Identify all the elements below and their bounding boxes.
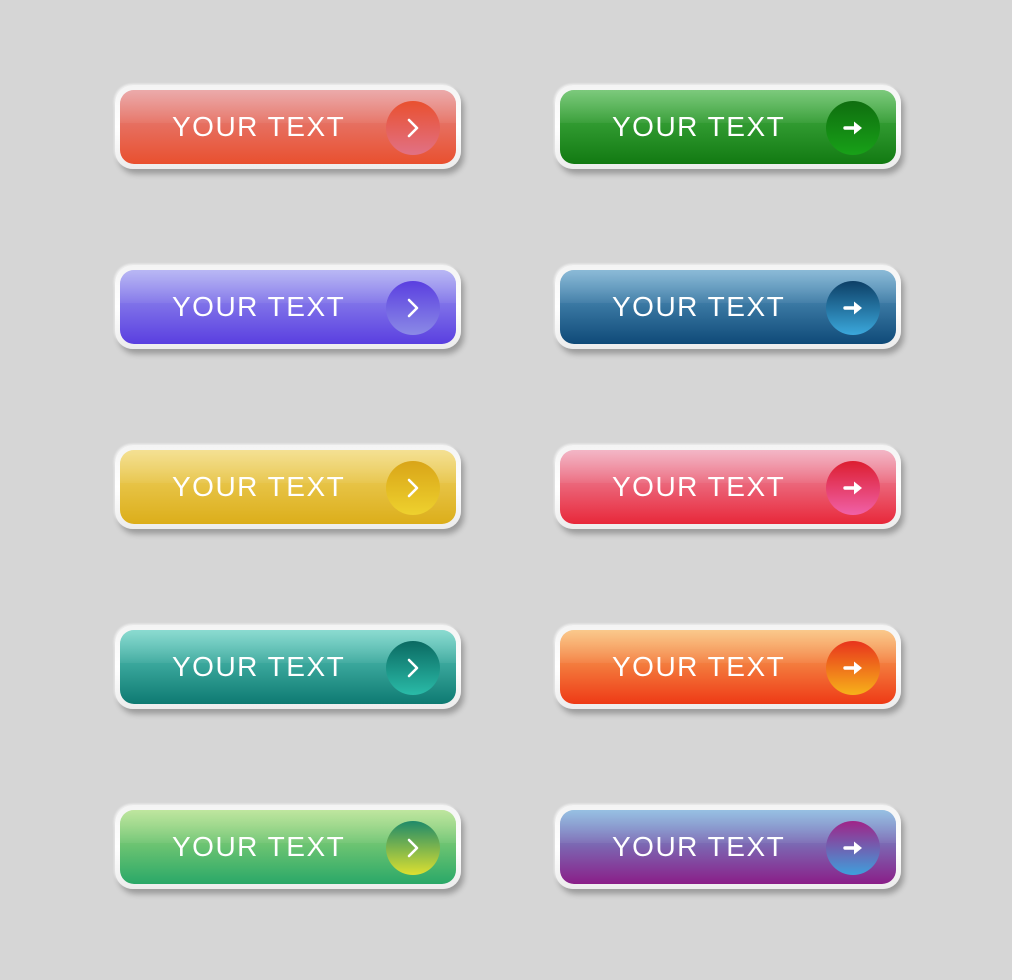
cta-button-green[interactable]: YOUR TEXT [555,85,901,169]
chevron-right-icon [386,101,440,155]
cta-button-blue[interactable]: YOUR TEXT [555,265,901,349]
cta-button-purple[interactable]: YOUR TEXT [555,805,901,889]
arrow-right-icon [826,461,880,515]
arrow-right-icon [826,101,880,155]
chevron-right-icon [386,281,440,335]
button-label: YOUR TEXT [612,291,786,322]
cta-button-teal[interactable]: YOUR TEXT [115,625,461,709]
cta-button-pink[interactable]: YOUR TEXT [555,445,901,529]
cta-button-orange[interactable]: YOUR TEXT [555,625,901,709]
button-face: YOUR TEXT [560,90,896,164]
cta-button-yellow[interactable]: YOUR TEXT [115,445,461,529]
button-face: YOUR TEXT [560,810,896,884]
button-face: YOUR TEXT [120,450,456,524]
button-label: YOUR TEXT [612,111,786,142]
button-face: YOUR TEXT [560,270,896,344]
chevron-right-icon [386,641,440,695]
cta-button-coral[interactable]: YOUR TEXT [115,85,461,169]
button-face: YOUR TEXT [120,630,456,704]
button-face: YOUR TEXT [120,810,456,884]
arrow-right-icon [826,821,880,875]
button-face: YOUR TEXT [120,270,456,344]
cta-button-lime[interactable]: YOUR TEXT [115,805,461,889]
chevron-right-icon [386,821,440,875]
button-face: YOUR TEXT [120,90,456,164]
arrow-right-icon [826,281,880,335]
button-label: YOUR TEXT [612,831,786,862]
chevron-right-icon [386,461,440,515]
button-label: YOUR TEXT [172,471,346,502]
button-label: YOUR TEXT [172,831,346,862]
cta-button-violet[interactable]: YOUR TEXT [115,265,461,349]
button-label: YOUR TEXT [172,291,346,322]
button-label: YOUR TEXT [612,651,786,682]
button-face: YOUR TEXT [560,450,896,524]
button-label: YOUR TEXT [172,651,346,682]
arrow-right-icon [826,641,880,695]
button-label: YOUR TEXT [612,471,786,502]
button-label: YOUR TEXT [172,111,346,142]
button-face: YOUR TEXT [560,630,896,704]
